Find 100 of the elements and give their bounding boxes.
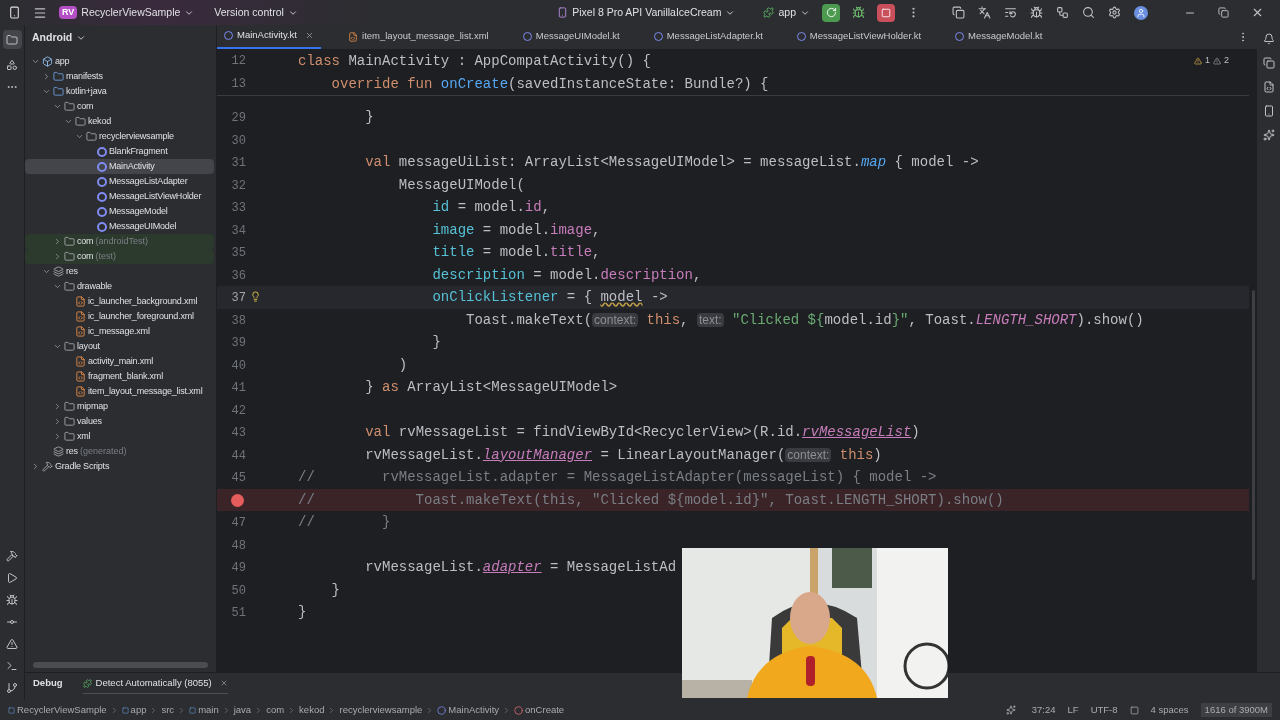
tree-item[interactable]: MessageListViewHolder bbox=[25, 189, 214, 204]
inspection-widget[interactable]: 1 2 bbox=[1193, 54, 1229, 68]
tree-item[interactable]: drawable bbox=[25, 279, 214, 294]
project-badge: RV bbox=[59, 5, 78, 20]
code-line: } as ArrayList<MessageUIModel> bbox=[364, 378, 618, 397]
breadcrumb[interactable]: src bbox=[161, 702, 175, 718]
tree-item[interactable]: kotlin+java bbox=[25, 84, 214, 99]
tree-item[interactable]: com bbox=[25, 99, 214, 114]
tree-item[interactable]: app bbox=[25, 54, 214, 69]
editor-tab[interactable]: MessageModel.kt bbox=[948, 24, 1050, 49]
line-separator[interactable]: LF bbox=[1067, 702, 1079, 718]
file-encoding[interactable]: UTF-8 bbox=[1090, 702, 1118, 718]
code-line: rvMessageList.adapter = MessageListAd bbox=[364, 558, 677, 577]
line-number: 38 bbox=[231, 313, 246, 328]
breadcrumb[interactable]: MainActivity bbox=[437, 702, 500, 718]
line-number: 29 bbox=[231, 111, 246, 125]
tree-item[interactable]: recyclerviewsample bbox=[25, 129, 214, 144]
breadcrumb[interactable]: app bbox=[121, 702, 147, 718]
breadcrumb[interactable]: main bbox=[189, 702, 219, 718]
tree-item[interactable]: MainActivity bbox=[25, 159, 214, 174]
code-line: // } bbox=[298, 513, 391, 532]
code-line: onClickListener = { model -> bbox=[431, 288, 668, 307]
code-line: ) bbox=[397, 355, 408, 375]
project-selector[interactable]: RV RecyclerViewSample bbox=[59, 4, 195, 21]
tree-item[interactable]: ic_launcher_foreground.xml bbox=[25, 309, 214, 324]
tree-item[interactable]: com (androidTest) bbox=[25, 234, 214, 249]
line-number: 42 bbox=[231, 403, 246, 418]
line-number: 12 bbox=[230, 53, 246, 70]
indent-setting[interactable]: 4 spaces bbox=[1150, 702, 1189, 718]
code-line: val rvMessageList = findViewById<RecyclerView>(R.id.rvMessageList) bbox=[364, 423, 920, 442]
run-config-selector[interactable]: app bbox=[763, 4, 810, 21]
caret-position[interactable]: 37:24 bbox=[1031, 702, 1056, 718]
tree-item[interactable]: MessageModel bbox=[25, 204, 214, 219]
line-number: 33 bbox=[231, 201, 246, 215]
version-control-button[interactable]: Version control bbox=[214, 4, 298, 21]
line-number: 48 bbox=[231, 538, 246, 553]
code-line: } bbox=[330, 580, 340, 600]
code-line: } bbox=[298, 603, 307, 622]
tree-item[interactable]: item_layout_message_list.xml bbox=[25, 384, 214, 399]
line-number: 39 bbox=[231, 336, 246, 350]
line-number: 40 bbox=[231, 358, 246, 373]
line-number: 45 bbox=[231, 471, 246, 485]
breadcrumb[interactable]: recyclerviewsample bbox=[339, 702, 423, 718]
code-line: title = model.title, bbox=[431, 243, 601, 262]
tree-item[interactable]: fragment_blank.xml bbox=[25, 369, 214, 384]
line-number: 30 bbox=[231, 133, 246, 148]
tree-item[interactable]: com (test) bbox=[25, 249, 214, 264]
line-number: 13 bbox=[230, 75, 246, 93]
line-number: 34 bbox=[231, 223, 246, 238]
line-number: 43 bbox=[231, 426, 246, 440]
line-number: 35 bbox=[231, 246, 246, 260]
breadcrumb[interactable]: com bbox=[266, 702, 285, 718]
tree-item[interactable]: activity_main.xml bbox=[25, 354, 214, 369]
code-line: rvMessageList.layoutManager = LinearLayoutManager(context: this) bbox=[364, 445, 882, 465]
editor-tab[interactable]: MessageListViewHolder.kt bbox=[789, 24, 929, 49]
tree-item[interactable]: BlankFragment bbox=[25, 144, 214, 159]
debug-session-tab[interactable]: Detect Automatically (8055) bbox=[82, 676, 228, 695]
tree-item[interactable]: res (generated) bbox=[25, 444, 214, 459]
editor-tab[interactable]: MessageUIModel.kt bbox=[515, 24, 627, 49]
code-line: Toast.makeText(context: this, text: "Clicked ${model.id}", Toast.LENGTH_SHORT).show() bbox=[465, 310, 1144, 330]
tree-item[interactable]: res bbox=[25, 264, 214, 279]
breadcrumb[interactable]: onCreate bbox=[514, 702, 565, 718]
line-number: 31 bbox=[231, 156, 246, 170]
code-line: val messageUiList: ArrayList<MessageUIModel> = messageList.map { model -> bbox=[364, 153, 979, 172]
tree-item[interactable]: mipmap bbox=[25, 399, 214, 414]
tree-item[interactable]: manifests bbox=[25, 69, 214, 84]
tree-item[interactable]: ic_message.xml bbox=[25, 324, 214, 339]
tree-item[interactable]: MessageListAdapter bbox=[25, 174, 214, 189]
editor-tab[interactable]: item_layout_message_list.xml bbox=[341, 24, 496, 49]
line-number: 47 bbox=[231, 516, 246, 530]
debug-panel-title: Debug bbox=[33, 676, 63, 690]
tree-item[interactable]: layout bbox=[25, 339, 214, 354]
line-number: 32 bbox=[231, 178, 246, 193]
line-number: 49 bbox=[231, 561, 246, 575]
code-line: MessageUIModel( bbox=[397, 175, 525, 195]
code-line: override fun onCreate(savedInstanceState: Bundle?) { bbox=[330, 74, 769, 94]
tree-item[interactable]: Gradle Scripts bbox=[25, 459, 214, 474]
code-line: image = model.image, bbox=[431, 220, 601, 240]
line-number: 51 bbox=[231, 606, 246, 620]
tree-item[interactable]: MessageUIModel bbox=[25, 219, 214, 234]
tree-item[interactable]: ic_launcher_background.xml bbox=[25, 294, 214, 309]
breadcrumb[interactable]: kekod bbox=[299, 702, 325, 718]
line-number: 41 bbox=[231, 381, 246, 395]
line-number: 36 bbox=[231, 268, 246, 283]
line-number: 37 bbox=[231, 291, 246, 305]
code-line: // rvMessageList.adapter = MessageListAdapter(messageList) { model -> bbox=[298, 468, 937, 487]
code-line: class MainActivity : AppCompatActivity() { bbox=[298, 52, 651, 71]
tree-item[interactable]: xml bbox=[25, 429, 214, 444]
code-line: } bbox=[364, 108, 374, 127]
editor-tab[interactable]: MessageListAdapter.kt bbox=[646, 24, 770, 49]
breadcrumb[interactable]: RecyclerViewSample bbox=[8, 702, 107, 718]
breadcrumb[interactable]: java bbox=[233, 702, 252, 718]
tree-item[interactable]: kekod bbox=[25, 114, 214, 129]
line-number: 50 bbox=[231, 583, 246, 598]
device-selector[interactable]: Pixel 8 Pro API VanillaIceCream bbox=[557, 4, 736, 21]
code-line: // Toast.makeText(this, "Clicked ${model.id}", Toast.LENGTH_SHORT).show() bbox=[298, 490, 1004, 510]
memory-indicator[interactable]: 1616 of 3900M bbox=[1200, 702, 1272, 718]
project-view-selector[interactable]: Android bbox=[32, 29, 87, 46]
code-line: } bbox=[431, 333, 441, 352]
tree-item[interactable]: values bbox=[25, 414, 214, 429]
